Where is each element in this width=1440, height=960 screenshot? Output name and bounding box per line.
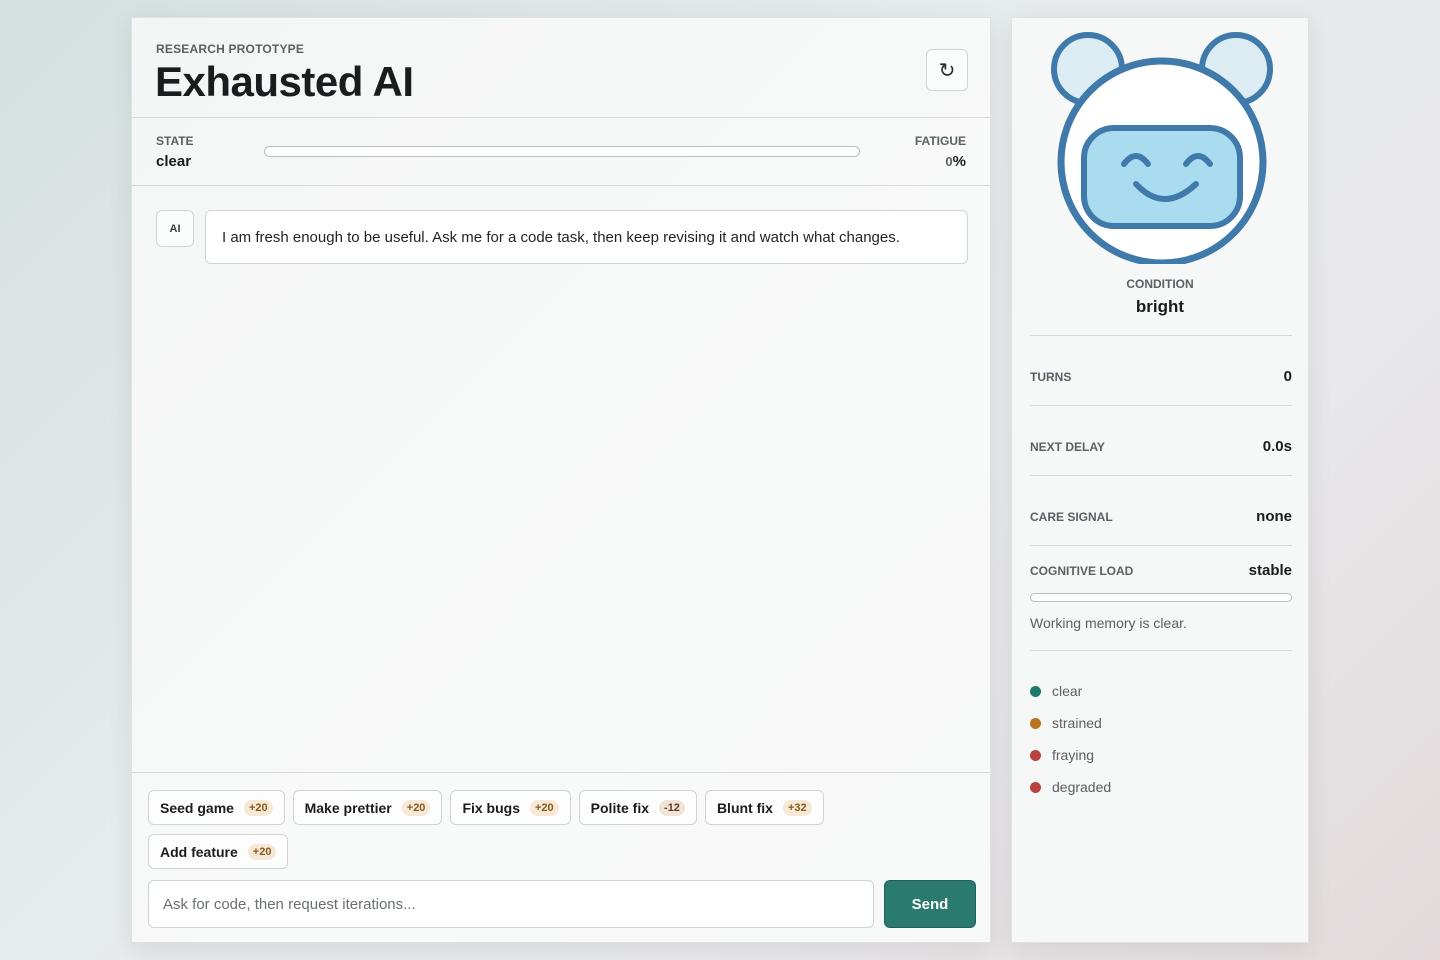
chip-delta-badge: +20 xyxy=(401,799,431,816)
stat-label: COGNITIVE LOAD xyxy=(1030,563,1134,578)
stat-next-delay: NEXT DELAY 0.0s xyxy=(1030,438,1292,455)
legend-item-clear: clear xyxy=(1030,675,1111,707)
fatigue-value: 0% xyxy=(945,153,966,170)
legend-label: strained xyxy=(1052,715,1102,731)
state-value: clear xyxy=(156,153,192,170)
chip-delta-badge: -12 xyxy=(659,799,685,816)
stat-turns: TURNS 0 xyxy=(1030,368,1292,385)
message-input[interactable] xyxy=(148,880,874,928)
legend-item-strained: strained xyxy=(1030,707,1111,739)
reset-button[interactable]: ↻ xyxy=(926,49,968,91)
stat-value: 0 xyxy=(1283,368,1292,385)
chip-label: Fix bugs xyxy=(462,799,520,816)
chip-delta-badge: +20 xyxy=(243,799,273,816)
legend-item-degraded: degraded xyxy=(1030,771,1111,803)
chip-delta-badge: +32 xyxy=(782,799,812,816)
page-title: Exhausted AI xyxy=(155,58,414,105)
stat-value: stable xyxy=(1248,562,1292,579)
chip-label: Blunt fix xyxy=(716,799,773,816)
divider xyxy=(1030,545,1292,546)
legend-label: degraded xyxy=(1052,779,1112,795)
divider xyxy=(1030,650,1292,651)
legend-dot-icon xyxy=(1030,781,1041,793)
condition-value: bright xyxy=(1135,297,1185,316)
chat-panel: RESEARCH PROTOTYPE Exhausted AI ↻ STATE … xyxy=(131,17,991,943)
chip-label: Polite fix xyxy=(590,799,650,816)
chip-label: Seed game xyxy=(160,799,234,816)
stat-label: TURNS xyxy=(1030,369,1072,384)
divider xyxy=(1030,335,1292,336)
cognitive-load-bar xyxy=(1030,593,1292,602)
fatigue-label: FATIGUE xyxy=(914,134,966,148)
smiling-bear-robot-icon xyxy=(1050,24,1274,267)
chip-delta-badge: +20 xyxy=(530,799,559,816)
stat-label: CARE SIGNAL xyxy=(1030,509,1113,524)
state-legend: clear strained fraying degraded xyxy=(1030,675,1111,803)
quick-action-blunt-fix[interactable]: Blunt fix +32 xyxy=(704,790,824,825)
divider xyxy=(1030,405,1292,406)
quick-action-add-feature[interactable]: Add feature +20 xyxy=(148,834,289,869)
legend-label: clear xyxy=(1052,683,1083,699)
legend-label: fraying xyxy=(1052,747,1095,763)
quick-action-seed-game[interactable]: Seed game +20 xyxy=(148,790,285,825)
divider xyxy=(1030,475,1292,476)
quick-action-polite-fix[interactable]: Polite fix -12 xyxy=(578,790,697,825)
condition-label: CONDITION xyxy=(1126,277,1194,291)
chip-label: Make prettier xyxy=(304,799,392,816)
message-bubble: I am fresh enough to be useful. Ask me f… xyxy=(205,210,968,264)
chip-label: Add feature xyxy=(160,843,238,860)
avatar-svg xyxy=(1051,32,1273,267)
stat-cognitive-load: COGNITIVE LOAD stable xyxy=(1030,562,1292,579)
quick-action-fix-bugs[interactable]: Fix bugs +20 xyxy=(450,790,571,825)
legend-item-fraying: fraying xyxy=(1030,739,1111,771)
stat-value: none xyxy=(1256,508,1292,525)
state-label: STATE xyxy=(156,134,194,148)
refresh-icon: ↻ xyxy=(938,59,956,82)
legend-dot-icon xyxy=(1030,685,1041,697)
ai-avatar: AI xyxy=(156,210,194,247)
status-bar: STATE clear FATIGUE 0% xyxy=(132,118,990,186)
chip-delta-badge: +20 xyxy=(247,843,277,860)
fatigue-progress-bar xyxy=(264,146,860,157)
composer: Seed game +20 Make prettier +20 Fix bugs +2… xyxy=(132,772,990,944)
legend-dot-icon xyxy=(1030,717,1041,729)
stat-value: 0.0s xyxy=(1262,438,1292,455)
stat-label: NEXT DELAY xyxy=(1030,439,1105,454)
fatigue-unit: % xyxy=(952,153,966,170)
fatigue-number: 0 xyxy=(945,154,953,169)
load-note: Working memory is clear. xyxy=(1030,615,1187,631)
send-button[interactable]: Send xyxy=(884,880,976,928)
stat-care-signal: CARE SIGNAL none xyxy=(1030,508,1292,525)
legend-dot-icon xyxy=(1030,749,1041,761)
quick-action-make-prettier[interactable]: Make prettier +20 xyxy=(292,790,443,825)
eyebrow-label: RESEARCH PROTOTYPE xyxy=(156,42,305,56)
quick-actions: Seed game +20 Make prettier +20 Fix bugs +2… xyxy=(148,790,848,869)
chat-header: RESEARCH PROTOTYPE Exhausted AI ↻ xyxy=(132,18,990,118)
status-sidebar: CONDITION bright TURNS 0 NEXT DELAY 0.0s… xyxy=(1011,17,1309,943)
